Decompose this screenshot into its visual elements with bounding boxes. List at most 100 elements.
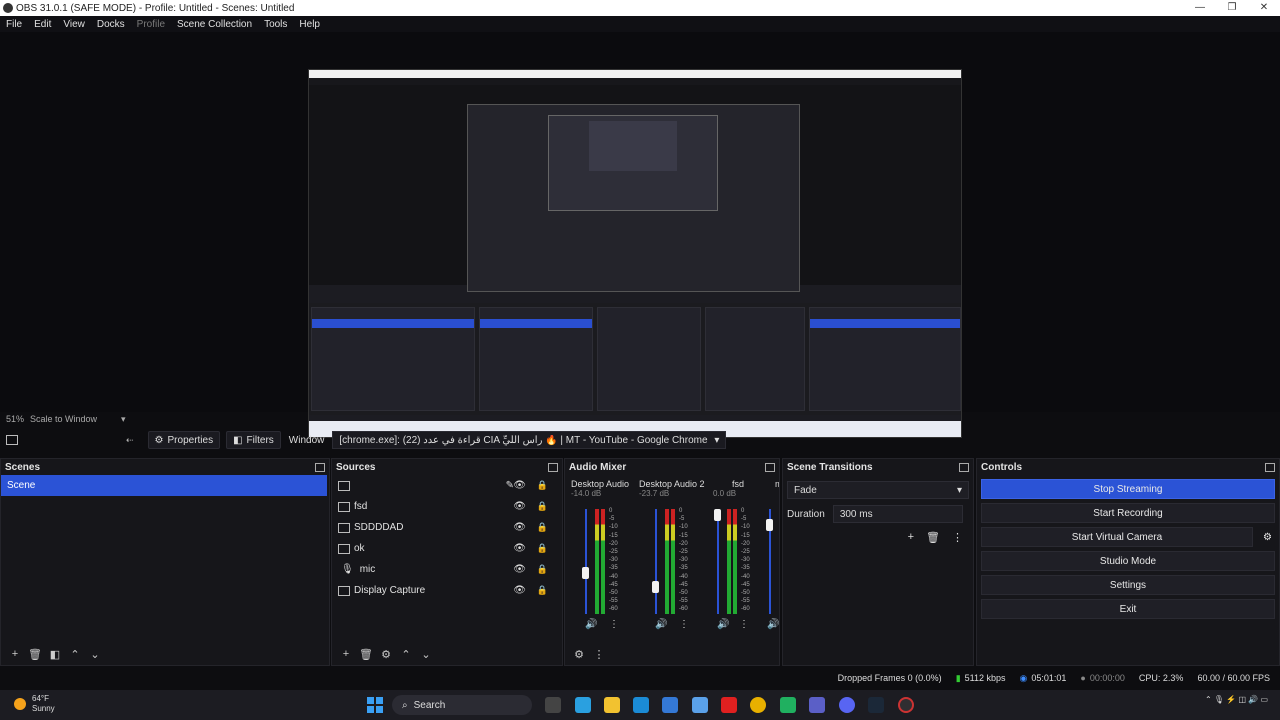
duration-spinbox[interactable]: 300 ms: [832, 505, 963, 523]
speaker-icon[interactable]: 🔊: [717, 619, 729, 630]
visibility-eye-icon[interactable]: 👁: [513, 522, 526, 533]
properties-button[interactable]: ⚙ Properties: [147, 431, 221, 449]
window-select[interactable]: [chrome.exe]: (22) قراءة في عدد CIA رأس …: [332, 431, 727, 449]
taskbar-search[interactable]: ⌕ Search: [392, 695, 532, 715]
lock-icon[interactable]: 🔒: [537, 522, 548, 533]
volume-slider-handle[interactable]: [582, 567, 589, 579]
source-item[interactable]: Display Capture 👁 🔒: [332, 580, 562, 601]
edge-icon[interactable]: [633, 697, 649, 713]
visibility-eye-icon[interactable]: 👁: [513, 480, 526, 491]
more-options-icon[interactable]: ⋮: [739, 619, 749, 630]
popout-icon[interactable]: [959, 462, 969, 472]
visibility-eye-icon[interactable]: 👁: [513, 501, 526, 512]
discord-icon[interactable]: [839, 697, 855, 713]
add-source-icon[interactable]: +: [336, 648, 356, 660]
source-item[interactable]: ok 👁 🔒: [332, 538, 562, 559]
menu-docks[interactable]: Docks: [91, 19, 131, 30]
transition-select[interactable]: Fade ▾: [787, 481, 969, 499]
lock-icon[interactable]: 🔒: [537, 585, 548, 596]
windows-start-icon[interactable]: [367, 697, 383, 713]
speaker-icon[interactable]: 🔊: [767, 619, 779, 630]
visibility-eye-icon[interactable]: 👁: [513, 564, 526, 575]
maximize-button[interactable]: ❐: [1216, 0, 1248, 16]
lock-icon[interactable]: 🔒: [537, 480, 548, 491]
speaker-icon[interactable]: 🔊: [655, 619, 667, 630]
more-options-icon[interactable]: ⋮: [589, 648, 609, 661]
store-icon[interactable]: [662, 697, 678, 713]
volume-slider-handle[interactable]: [714, 509, 721, 521]
gear-icon[interactable]: ⚙: [569, 648, 589, 661]
system-tray[interactable]: ⌃ 🎙 ⚡ ◫ 🔊 ▭: [1205, 695, 1268, 705]
weather-widget[interactable]: 64°F Sunny: [14, 694, 55, 714]
menu-help[interactable]: Help: [293, 19, 326, 30]
move-down-icon[interactable]: ⌄: [85, 648, 105, 661]
scene-filters-icon[interactable]: ◧: [45, 648, 65, 661]
lock-icon[interactable]: 🔒: [537, 564, 548, 575]
menu-tools[interactable]: Tools: [258, 19, 293, 30]
preview-scale-bar: 51% Scale to Window ▾: [0, 412, 1280, 426]
chrome-icon[interactable]: [750, 697, 766, 713]
file-explorer-icon[interactable]: [604, 697, 620, 713]
menu-view[interactable]: View: [57, 19, 91, 30]
gear-icon[interactable]: ⚙: [1263, 532, 1272, 543]
visibility-eye-icon[interactable]: 👁: [513, 543, 526, 554]
source-item[interactable]: ✎ 👁 🔒: [332, 475, 562, 496]
exit-button[interactable]: Exit: [981, 599, 1275, 619]
visibility-eye-icon[interactable]: 👁: [513, 585, 526, 596]
db-tick: -50: [609, 590, 618, 597]
more-options-icon[interactable]: ⋮: [952, 531, 963, 544]
lock-icon[interactable]: 🔒: [537, 543, 548, 554]
volume-slider-handle[interactable]: [766, 519, 773, 531]
more-options-icon[interactable]: ⋮: [609, 619, 619, 630]
remove-transition-icon[interactable]: 🗑: [926, 531, 940, 544]
volume-slider-handle[interactable]: [652, 581, 659, 593]
steam-icon[interactable]: [868, 697, 884, 713]
popout-icon[interactable]: [548, 462, 558, 472]
speaker-icon[interactable]: 🔊: [585, 619, 597, 630]
source-item[interactable]: 🎙 mic 👁 🔒: [332, 559, 562, 580]
level-meter: [727, 509, 731, 614]
scale-mode-select[interactable]: Scale to Window: [30, 414, 97, 424]
studio-mode-button[interactable]: Studio Mode: [981, 551, 1275, 571]
remove-scene-icon[interactable]: 🗑: [25, 648, 45, 661]
sheets-icon[interactable]: [780, 697, 796, 713]
stop-streaming-button[interactable]: Stop Streaming: [981, 479, 1275, 499]
source-item[interactable]: SDDDDAD 👁 🔒: [332, 517, 562, 538]
popout-icon[interactable]: [315, 462, 325, 472]
obs-icon[interactable]: [898, 697, 914, 713]
task-view-icon[interactable]: [545, 697, 561, 713]
youtube-icon[interactable]: [721, 697, 737, 713]
move-down-icon[interactable]: ⌄: [416, 648, 436, 661]
start-recording-button[interactable]: Start Recording: [981, 503, 1275, 523]
start-virtual-camera-button[interactable]: Start Virtual Camera ⚙: [981, 527, 1272, 547]
menu-scene-collection[interactable]: Scene Collection: [171, 19, 258, 30]
volume-slider[interactable]: [585, 509, 587, 614]
popout-icon[interactable]: [1265, 462, 1275, 472]
copilot-icon[interactable]: [575, 697, 591, 713]
menu-profile[interactable]: Profile: [131, 19, 171, 30]
settings-button[interactable]: Settings: [981, 575, 1275, 595]
move-up-icon[interactable]: ⌃: [65, 648, 85, 661]
add-transition-icon[interactable]: +: [908, 531, 914, 544]
controls-title: Controls: [981, 461, 1023, 473]
source-item[interactable]: fsd 👁 🔒: [332, 496, 562, 517]
minimize-button[interactable]: —: [1184, 0, 1216, 16]
close-button[interactable]: ✕: [1248, 0, 1280, 16]
menu-file[interactable]: File: [0, 19, 28, 30]
teams-icon[interactable]: [809, 697, 825, 713]
app-icon[interactable]: [692, 697, 708, 713]
popout-icon[interactable]: [765, 462, 775, 472]
filters-button[interactable]: ◧ Filters: [226, 431, 281, 449]
menu-edit[interactable]: Edit: [28, 19, 57, 30]
scene-item[interactable]: Scene: [1, 475, 327, 496]
volume-slider[interactable]: [655, 509, 657, 614]
preview-canvas[interactable]: [0, 32, 1280, 438]
add-scene-icon[interactable]: +: [5, 648, 25, 660]
nested-preview-level-4: [589, 121, 677, 171]
source-properties-icon[interactable]: ⚙: [376, 648, 396, 661]
volume-slider[interactable]: [717, 509, 719, 614]
remove-source-icon[interactable]: 🗑: [356, 648, 376, 661]
lock-icon[interactable]: 🔒: [537, 501, 548, 512]
move-up-icon[interactable]: ⌃: [396, 648, 416, 661]
more-options-icon[interactable]: ⋮: [679, 619, 689, 630]
